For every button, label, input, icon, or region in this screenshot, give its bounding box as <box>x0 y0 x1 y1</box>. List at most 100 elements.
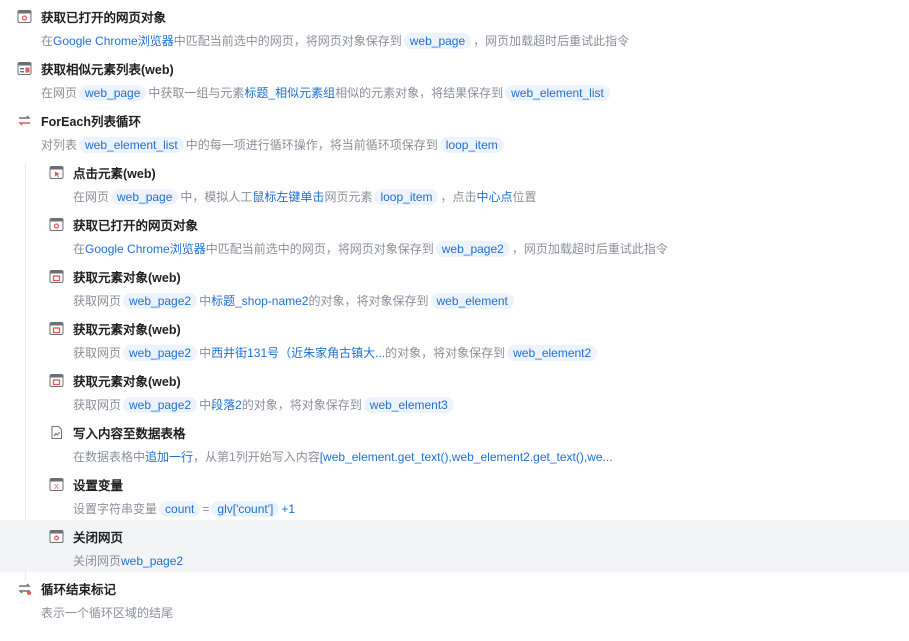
step-title: 写入内容至数据表格 <box>73 427 186 441</box>
desc-text: 相似的元素对象，将结果保存到 <box>335 86 504 100</box>
variable-chip[interactable]: web_page <box>403 33 472 49</box>
flow-step[interactable]: ForEach列表循环 对列表 web_element_list 中的每一项进行循环操… <box>0 104 909 156</box>
loop-icon <box>17 113 32 128</box>
desc-text: 网页元素 <box>324 190 373 204</box>
flow-step[interactable]: 获取已打开的网页对象在Google Chrome浏览器中匹配当前选中的网页，将网… <box>0 0 909 52</box>
param-highlight: 段落2 <box>211 398 242 412</box>
desc-text: ，从第1列开始写入内容 <box>193 450 320 464</box>
variable-chip[interactable]: web_page <box>79 85 147 101</box>
desc-text: 中，模拟人工 <box>180 190 253 204</box>
variable-chip[interactable]: loop_item <box>374 189 439 205</box>
flow-step[interactable]: X 设置变量设置字符串变量 count = glv['count'] +1 <box>0 468 909 520</box>
param-highlight: 追加一行 <box>145 450 194 464</box>
desc-text: 位置 <box>512 190 537 204</box>
param-highlight: Google Chrome浏览器 <box>85 242 206 256</box>
desc-text: = <box>202 502 210 516</box>
step-description: 设置字符串变量 count = glv['count'] +1 <box>73 500 295 518</box>
step-description: 对列表 web_element_list 中的每一项进行循环操作，将当前循环项保存到… <box>41 136 506 154</box>
variable-chip[interactable]: web_page2 <box>123 397 198 413</box>
variable-chip[interactable]: web_element_list <box>79 137 184 153</box>
element-list-icon <box>17 61 32 76</box>
variable-chip[interactable]: count <box>159 501 201 517</box>
flow-step[interactable]: 写入内容至数据表格 在数据表格中追加一行，从第1列开始写入内容[web_eleme… <box>0 416 909 468</box>
step-description: 在数据表格中追加一行，从第1列开始写入内容[web_element.get_te… <box>73 448 613 466</box>
variable-chip[interactable]: web_element2 <box>507 345 598 361</box>
param-highlight: [web_element.get_text(),web_element2.get… <box>319 450 613 464</box>
desc-text: 的对象，将对象保存到 <box>241 398 362 412</box>
flow-step[interactable]: 点击元素(web) 在网页 web_page 中，模拟人工鼠标左键单击网页元素 loop… <box>0 156 909 208</box>
param-highlight: Google Chrome浏览器 <box>53 34 174 48</box>
flow-step[interactable]: 获取元素对象(web) 获取网页 web_page2 中标题_shop-name2的对… <box>0 260 909 312</box>
browser-window-icon <box>49 217 64 232</box>
flow-step[interactable]: 循环结束标记表示一个循环区域的结尾 <box>0 572 909 624</box>
flow-step[interactable]: 获取已打开的网页对象在Google Chrome浏览器中匹配当前选中的网页，将网… <box>0 208 909 260</box>
step-description: 在Google Chrome浏览器中匹配当前选中的网页，将网页对象保存到 web_… <box>41 32 629 50</box>
step-title: 获取元素对象(web) <box>73 375 181 389</box>
desc-text: 的对象，将对象保存到 <box>308 294 429 308</box>
desc-text: 中的每一项进行循环操作，将当前循环项保存到 <box>185 138 438 152</box>
variable-chip[interactable]: web_page2 <box>123 345 198 361</box>
param-highlight: web_page2 <box>121 554 184 568</box>
step-title: 设置变量 <box>73 479 124 493</box>
variable-chip[interactable]: web_page <box>111 189 179 205</box>
step-description: 表示一个循环区域的结尾 <box>41 604 173 622</box>
click-element-icon <box>49 165 64 180</box>
variable-chip[interactable]: web_page2 <box>435 241 510 257</box>
variable-chip[interactable]: web_page2 <box>123 293 198 309</box>
step-description: 获取网页 web_page2 中西井街131号（近朱家角古镇大...的对象，将对象保… <box>73 344 599 362</box>
param-highlight: 西井街131号（近朱家角古镇大... <box>211 346 386 360</box>
desc-text: 关闭网页 <box>73 554 122 568</box>
desc-text: 中 <box>199 398 212 412</box>
desc-text: 在数据表格中 <box>73 450 146 464</box>
variable-chip[interactable]: web_element3 <box>363 397 454 413</box>
param-highlight: 鼠标左键单击 <box>252 190 325 204</box>
desc-text: 中 <box>199 294 212 308</box>
step-title: 获取已打开的网页对象 <box>73 219 199 233</box>
flow-step-list: 获取已打开的网页对象 在Google Chrome浏览器中匹配当前选中的网页，将网… <box>0 0 909 641</box>
variable-chip[interactable]: loop_item <box>439 137 504 153</box>
set-variable-icon: X <box>49 477 64 492</box>
desc-text: ，点击 <box>440 190 477 204</box>
flow-step[interactable]: 关闭网页 关闭网页web_page2 <box>0 520 909 572</box>
desc-text: 在 <box>41 34 54 48</box>
desc-text: 获取网页 <box>73 398 122 412</box>
desc-text: 在 <box>73 242 86 256</box>
flow-step[interactable]: 获取元素对象(web) 获取网页 web_page2 中段落2的对象，将对象保存到 we… <box>0 364 909 416</box>
desc-text: 在网页 <box>41 86 78 100</box>
step-description: 在Google Chrome浏览器中匹配当前选中的网页，将网页对象保存到 web_… <box>73 240 668 258</box>
step-description: 获取网页 web_page2 中标题_shop-name2的对象，将对象保存到 web… <box>73 292 516 310</box>
desc-text: 获取网页 <box>73 294 122 308</box>
step-title: 获取元素对象(web) <box>73 271 181 285</box>
web-element-icon <box>49 373 64 388</box>
desc-text: 在网页 <box>73 190 110 204</box>
desc-text: 的对象，将对象保存到 <box>385 346 506 360</box>
desc-text: 中 <box>199 346 212 360</box>
flow-step[interactable]: 获取元素对象(web) 获取网页 web_page2 中西井街131号（近朱家角古镇大… <box>0 312 909 364</box>
desc-text: ，网页加载超时后重试此指令 <box>473 34 630 48</box>
desc-text: 中获取一组与元素 <box>148 86 245 100</box>
variable-chip[interactable]: glv['count'] <box>211 501 280 517</box>
step-description: 在网页 web_page 中，模拟人工鼠标左键单击网页元素 loop_item ，点击中… <box>73 188 537 206</box>
svg-text:X: X <box>54 484 59 491</box>
step-description: 获取网页 web_page2 中段落2的对象，将对象保存到 web_element3 <box>73 396 456 414</box>
param-highlight: 中心点 <box>476 190 513 204</box>
web-element-icon <box>49 269 64 284</box>
web-element-icon <box>49 321 64 336</box>
variable-chip[interactable]: web_element_list <box>505 85 610 101</box>
step-title: 获取相似元素列表(web) <box>41 63 174 77</box>
step-title: 获取元素对象(web) <box>73 323 181 337</box>
variable-chip[interactable]: web_element <box>430 293 514 309</box>
spreadsheet-file-icon <box>49 425 64 440</box>
desc-text: 对列表 <box>41 138 78 152</box>
loop-end-icon <box>17 581 32 596</box>
param-highlight: 标题_shop-name2 <box>211 294 309 308</box>
step-title: 循环结束标记 <box>41 583 117 597</box>
step-title: ForEach列表循环 <box>41 115 142 129</box>
step-title: 关闭网页 <box>73 531 124 545</box>
step-title: 获取已打开的网页对象 <box>41 11 167 25</box>
flow-step[interactable]: 获取相似元素列表(web) 在网页 web_page 中获取一组与元素标题_相似元素组… <box>0 52 909 104</box>
desc-text: ，网页加载超时后重试此指令 <box>511 242 668 256</box>
browser-window-icon <box>17 9 32 24</box>
desc-text: 获取网页 <box>73 346 122 360</box>
param-highlight: +1 <box>281 502 296 516</box>
